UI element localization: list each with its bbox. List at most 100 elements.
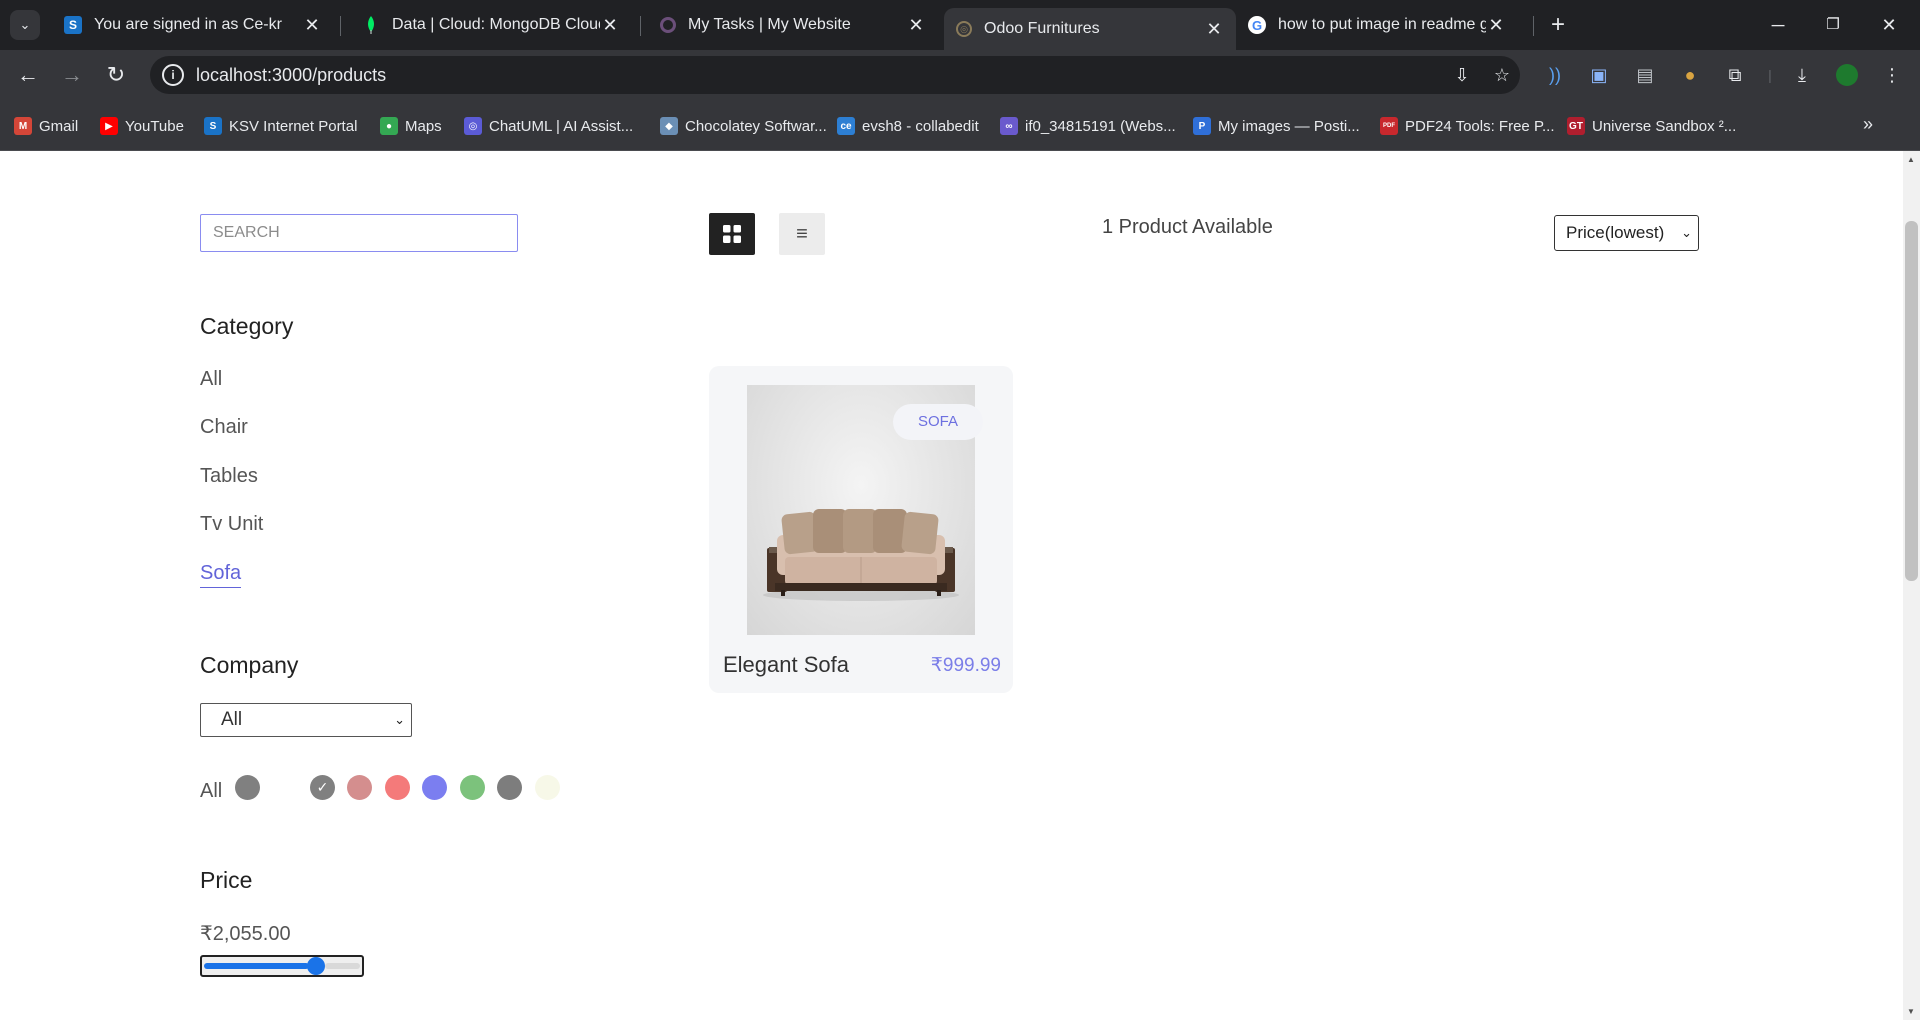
colors-all-label[interactable]: All (200, 780, 222, 803)
extension-window-icon[interactable]: ▤ (1633, 64, 1657, 86)
close-icon[interactable]: ✕ (906, 15, 926, 36)
list-icon: ≡ (796, 223, 808, 245)
browser-toolbar: ← → ↻ i localhost:3000/products ⇩ ☆ )) ▣… (0, 50, 1920, 100)
list-view-button[interactable]: ≡ (779, 213, 825, 255)
product-category-badge: SOFA (893, 404, 983, 440)
back-button[interactable]: ← (12, 60, 44, 90)
grid-view-button[interactable] (709, 213, 755, 255)
product-name[interactable]: Elegant Sofa (723, 652, 849, 678)
reload-button[interactable]: ↻ (100, 60, 132, 90)
close-icon[interactable]: ✕ (1486, 15, 1506, 36)
sort-select-value: Price(lowest) (1566, 223, 1665, 242)
arrow-right-icon: → (61, 62, 83, 87)
new-tab-button[interactable]: + (1543, 10, 1573, 40)
extension-wave-icon[interactable]: )) (1543, 64, 1567, 86)
gametrek-icon: GT (1567, 117, 1585, 135)
color-swatch[interactable]: ✓ (310, 775, 335, 800)
bookmark-label: Chocolatey Softwar... (685, 117, 827, 135)
bookmark-item[interactable]: ∞ if0_34815191 (Webs... (1000, 115, 1176, 137)
scroll-up-icon[interactable]: ▲ (1907, 155, 1915, 164)
company-heading: Company (200, 652, 299, 678)
tab-odoo-furnitures[interactable]: ◎ Odoo Furnitures ✕ (944, 8, 1236, 50)
minimize-icon: ─ (1771, 15, 1785, 35)
category-chair[interactable]: Chair (200, 416, 248, 439)
install-app-icon[interactable]: ⇩ (1450, 65, 1474, 87)
close-icon[interactable]: ✕ (600, 15, 620, 36)
extensions-puzzle-icon[interactable]: ⧉ (1723, 64, 1747, 86)
color-swatch[interactable] (347, 775, 372, 800)
category-heading: Category (200, 313, 294, 339)
chevron-down-icon: ⌄ (19, 17, 31, 32)
url-text[interactable]: localhost:3000/products (196, 65, 386, 86)
page-scrollbar[interactable]: ▲ ▼ (1903, 151, 1920, 1020)
infinity-icon: ∞ (1000, 117, 1018, 135)
globe-icon: ◎ (956, 21, 972, 37)
bookmark-item[interactable]: ▶ YouTube (100, 115, 184, 137)
color-swatch[interactable] (235, 775, 260, 800)
tab-google-search[interactable]: G how to put image in readme gi ✕ (1236, 8, 1518, 42)
color-swatch[interactable] (385, 775, 410, 800)
price-heading: Price (200, 867, 253, 893)
bookmark-item[interactable]: ce evsh8 - collabedit (837, 115, 979, 137)
company-select[interactable]: All ⌄ (200, 703, 412, 737)
category-all[interactable]: All (200, 368, 222, 391)
bookmarks-bar: M Gmail ▶ YouTube S KSV Internet Portal ● Maps ◎… (0, 100, 1920, 151)
close-icon[interactable]: ✕ (302, 15, 322, 36)
bookmark-item[interactable]: GT Universe Sandbox ²... (1567, 115, 1736, 137)
category-tables[interactable]: Tables (200, 465, 258, 488)
bookmark-label: KSV Internet Portal (229, 117, 358, 135)
mongodb-leaf-icon (362, 16, 380, 34)
chevron-down-icon: ⌄ (1681, 225, 1692, 240)
search-input[interactable] (200, 214, 518, 252)
slider-rail (325, 963, 360, 969)
scroll-down-icon[interactable]: ▼ (1907, 1007, 1915, 1016)
restore-button[interactable]: ❐ (1810, 8, 1856, 42)
cookie-icon[interactable]: ● (1678, 64, 1702, 86)
bookmark-item[interactable]: S KSV Internet Portal (204, 115, 357, 137)
product-card[interactable]: SOFA Elegant Sofa ₹999.99 (709, 366, 1013, 693)
chevron-down-icon: ⌄ (394, 712, 405, 727)
tab-title: My Tasks | My Website (688, 16, 851, 33)
maps-pin-icon: ● (380, 117, 398, 135)
bookmark-item[interactable]: M Gmail (14, 115, 78, 137)
forward-button[interactable]: → (56, 60, 88, 90)
page-viewport: Category All Chair Tables Tv Unit Sofa C… (0, 151, 1903, 1020)
slider-thumb[interactable] (307, 957, 325, 975)
close-window-button[interactable]: ✕ (1866, 8, 1912, 42)
color-swatch[interactable] (497, 775, 522, 800)
tab-my-tasks[interactable]: My Tasks | My Website ✕ (648, 8, 938, 42)
bookmark-label: PDF24 Tools: Free P... (1405, 117, 1555, 135)
bookmark-star-icon[interactable]: ☆ (1490, 65, 1514, 87)
close-icon[interactable]: ✕ (1204, 19, 1224, 40)
color-swatch[interactable] (535, 775, 560, 800)
price-range-slider[interactable] (200, 955, 364, 977)
site-info-icon[interactable]: i (162, 64, 184, 86)
bookmarks-overflow-icon[interactable]: » (1863, 114, 1873, 135)
bookmark-item[interactable]: ● Maps (380, 115, 442, 137)
slider-fill (204, 963, 309, 969)
address-bar[interactable]: i localhost:3000/products ⇩ ☆ (150, 56, 1520, 94)
bookmark-item[interactable]: PDF PDF24 Tools: Free P... (1380, 115, 1555, 137)
product-price: ₹999.99 (930, 655, 1001, 676)
tab-search-button[interactable]: ⌄ (10, 10, 40, 40)
scrollbar-thumb[interactable] (1905, 221, 1918, 581)
download-icon[interactable]: ⤓ (1790, 64, 1814, 86)
avatar[interactable] (1835, 64, 1859, 86)
tab-mongodb[interactable]: Data | Cloud: MongoDB Cloud ✕ (350, 8, 632, 42)
bookmark-item[interactable]: P My images — Posti... (1193, 115, 1360, 137)
bookmark-item[interactable]: ◆ Chocolatey Softwar... (660, 115, 827, 137)
category-sofa[interactable]: Sofa (200, 562, 242, 588)
chocolatey-icon: ◆ (660, 117, 678, 135)
extension-screen-icon[interactable]: ▣ (1587, 64, 1611, 86)
color-swatch[interactable] (460, 775, 485, 800)
minimize-button[interactable]: ─ (1755, 8, 1801, 42)
color-swatch[interactable] (422, 775, 447, 800)
bookmark-item[interactable]: ◎ ChatUML | AI Assist... (464, 115, 633, 137)
tab-signed-in[interactable]: S You are signed in as Ce-kr ✕ (52, 8, 334, 42)
arrow-left-icon: ← (17, 62, 39, 87)
youtube-icon: ▶ (100, 117, 118, 135)
sort-select[interactable]: Price(lowest) ⌄ (1554, 215, 1699, 251)
category-tv-unit[interactable]: Tv Unit (200, 513, 263, 536)
menu-dots-icon[interactable]: ⋮ (1880, 64, 1904, 86)
tab-divider (340, 16, 341, 36)
